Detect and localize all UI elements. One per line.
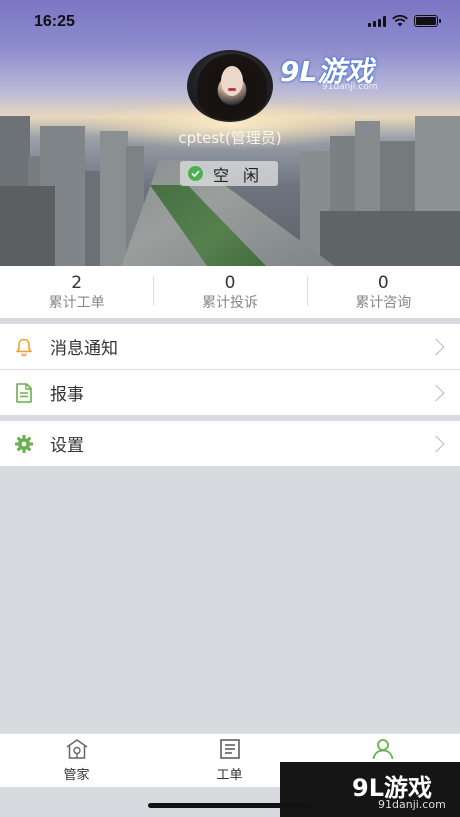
check-icon — [188, 166, 203, 181]
stat-value: 0 — [377, 273, 389, 293]
status-text: 空闲 — [213, 165, 274, 185]
chevron-right-icon — [427, 435, 445, 452]
watermark-url: 91danji.com — [322, 82, 378, 92]
signal-icon — [368, 15, 386, 27]
avatar[interactable] — [187, 50, 273, 122]
gear-icon — [13, 433, 35, 455]
watermark-banner: 9L游戏 91danji.com — [280, 762, 460, 817]
stat-label: 累计投诉 — [201, 295, 258, 311]
stats-bar: 2 累计工单 0 累计投诉 0 累计咨询 — [0, 266, 460, 318]
stat-label: 累计工单 — [48, 295, 105, 311]
person-icon — [372, 739, 393, 760]
stat-consultations[interactable]: 0 累计咨询 — [306, 266, 460, 318]
house-icon — [66, 739, 87, 759]
menu-item-settings[interactable]: 设置 — [0, 421, 460, 466]
menu-item-report[interactable]: 报事 — [0, 370, 460, 415]
chevron-right-icon — [427, 338, 445, 355]
document-icon — [13, 382, 35, 404]
tab-housekeeper[interactable]: 管家 — [0, 734, 153, 787]
menu-label: 消息通知 — [50, 339, 118, 359]
status-time: 16:25 — [34, 13, 75, 30]
stat-value: 2 — [71, 273, 83, 293]
stat-label: 累计咨询 — [355, 295, 412, 311]
profile-header: 16:25 9L游戏 91danji.com cptest(管理员) 空闲 — [0, 0, 460, 266]
stat-orders[interactable]: 2 累计工单 — [0, 266, 153, 318]
menu-label: 设置 — [50, 436, 84, 456]
watermark-url: 91danji.com — [378, 798, 446, 811]
username: cptest(管理员) — [178, 129, 282, 147]
home-indicator[interactable] — [148, 803, 312, 808]
bell-icon — [13, 336, 35, 358]
stat-value: 0 — [224, 273, 236, 293]
tab-label: 管家 — [63, 768, 90, 783]
status-badge[interactable]: 空闲 — [180, 161, 278, 186]
tab-label: 工单 — [216, 768, 243, 783]
status-icons — [368, 15, 441, 27]
wifi-icon — [392, 15, 408, 27]
menu-label: 报事 — [50, 385, 84, 405]
battery-icon — [414, 15, 441, 27]
list-icon — [219, 739, 240, 759]
watermark-logo: 9L游戏 91danji.com — [280, 50, 377, 92]
chevron-right-icon — [427, 384, 445, 401]
stat-complaints[interactable]: 0 累计投诉 — [153, 266, 306, 318]
menu-item-notifications[interactable]: 消息通知 — [0, 324, 460, 369]
